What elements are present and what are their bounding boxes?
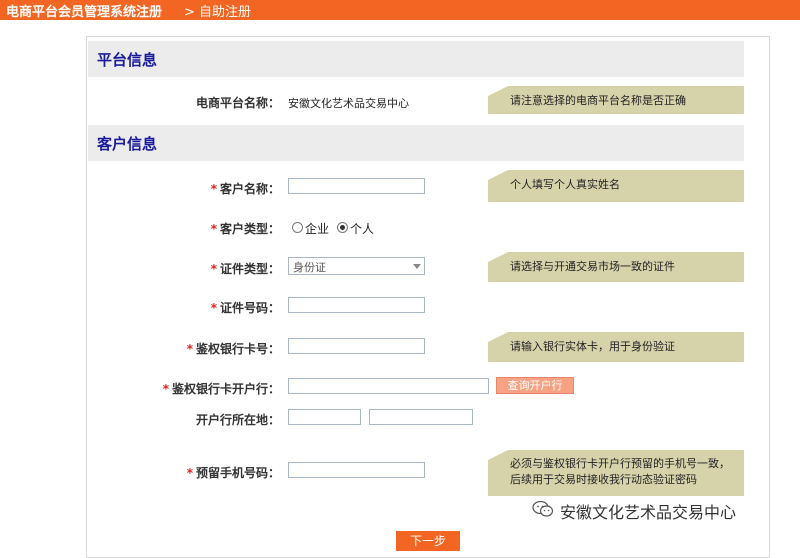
bank-province-input[interactable]	[288, 409, 361, 425]
id-number-input[interactable]	[288, 297, 425, 313]
platform-name-label: 电商平台名称：	[195, 96, 280, 110]
customer-name-input[interactable]	[288, 178, 425, 194]
section-platform-info: 平台信息	[88, 41, 744, 77]
bank-card-input[interactable]	[288, 338, 425, 354]
radio-individual[interactable]	[337, 222, 348, 233]
chevron-down-icon	[413, 264, 421, 269]
section-title: 客户信息	[97, 135, 158, 153]
bank-branch-label: * 鉴权银行卡开户行：	[162, 382, 280, 396]
tip-bank-card: 请输入银行实体卡，用于身份验证	[488, 332, 744, 362]
radio-enterprise[interactable]	[292, 222, 303, 233]
phone-label: * 预留手机号码：	[186, 466, 280, 480]
top-bar: 电商平台会员管理系统注册 > 自助注册	[0, 0, 800, 20]
bank-city-input[interactable]	[369, 409, 473, 425]
platform-name-value: 安徽文化艺术品交易中心	[288, 97, 409, 110]
customer-name-label: * 客户名称：	[210, 182, 280, 196]
bank-location-label: 开户行所在地：	[195, 413, 280, 427]
phone-input[interactable]	[288, 462, 425, 478]
query-branch-button[interactable]: 查询开户行	[496, 377, 574, 394]
tip-platform: 请注意选择的电商平台名称是否正确	[488, 86, 744, 114]
breadcrumb: > 自助注册	[184, 5, 252, 20]
tip-phone: 必须与鉴权银行卡开户行预留的手机号一致，后续用于交易时接收我行动态验证密码	[488, 450, 744, 496]
bank-branch-input[interactable]	[288, 378, 489, 394]
next-step-button[interactable]: 下一步	[396, 531, 460, 551]
system-title: 电商平台会员管理系统注册	[6, 5, 163, 20]
tip-id-type: 请选择与开通交易市场一致的证件	[488, 252, 744, 282]
wechat-logo-icon	[532, 500, 554, 517]
section-customer-info: 客户信息	[88, 125, 744, 161]
radio-enterprise-label: 企业	[305, 222, 330, 236]
tip-customer-name: 个人填写个人真实姓名	[488, 170, 744, 202]
id-number-label: * 证件号码：	[210, 301, 280, 315]
section-title: 平台信息	[97, 51, 158, 69]
radio-individual-label: 个人	[350, 222, 375, 236]
id-type-label: * 证件类型：	[210, 262, 280, 276]
bank-card-label: * 鉴权银行卡号：	[186, 342, 280, 356]
watermark-text: 安徽文化艺术品交易中心	[560, 503, 737, 522]
customer-type-label: * 客户类型：	[210, 222, 280, 236]
id-type-select[interactable]: 身份证	[288, 257, 425, 275]
